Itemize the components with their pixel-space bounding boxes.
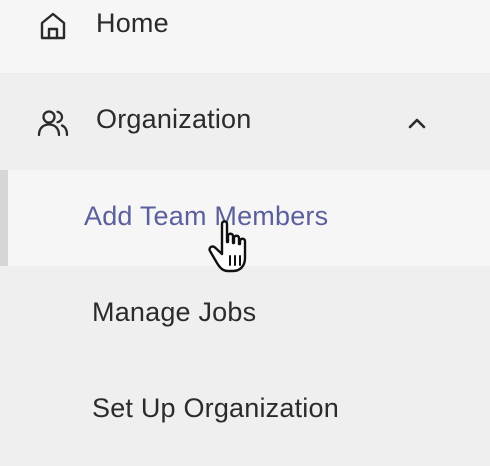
sidebar-subitem-add-team-members[interactable]: Add Team Members xyxy=(0,170,490,266)
sidebar-item-label: Organization xyxy=(96,104,252,134)
sidebar-subitem-manage-jobs[interactable]: Manage Jobs xyxy=(0,266,490,362)
users-icon xyxy=(36,106,70,140)
active-indicator xyxy=(0,170,8,266)
sidebar-item-home[interactable]: Home xyxy=(0,0,490,74)
sidebar-subitem-set-up-organization[interactable]: Set Up Organization xyxy=(0,362,490,458)
sidebar-item-organization[interactable]: Organization xyxy=(0,74,490,170)
chevron-up-icon[interactable] xyxy=(402,108,432,138)
home-icon xyxy=(36,9,70,43)
sidebar-subitem-label: Manage Jobs xyxy=(92,297,257,327)
sidebar-subitem-label: Set Up Organization xyxy=(92,393,339,423)
sidebar-item-label: Home xyxy=(96,8,169,38)
sidebar-subitem-label: Add Team Members xyxy=(84,201,329,231)
sidebar-nav: Home Organization Add Team Members Manag… xyxy=(0,0,490,466)
